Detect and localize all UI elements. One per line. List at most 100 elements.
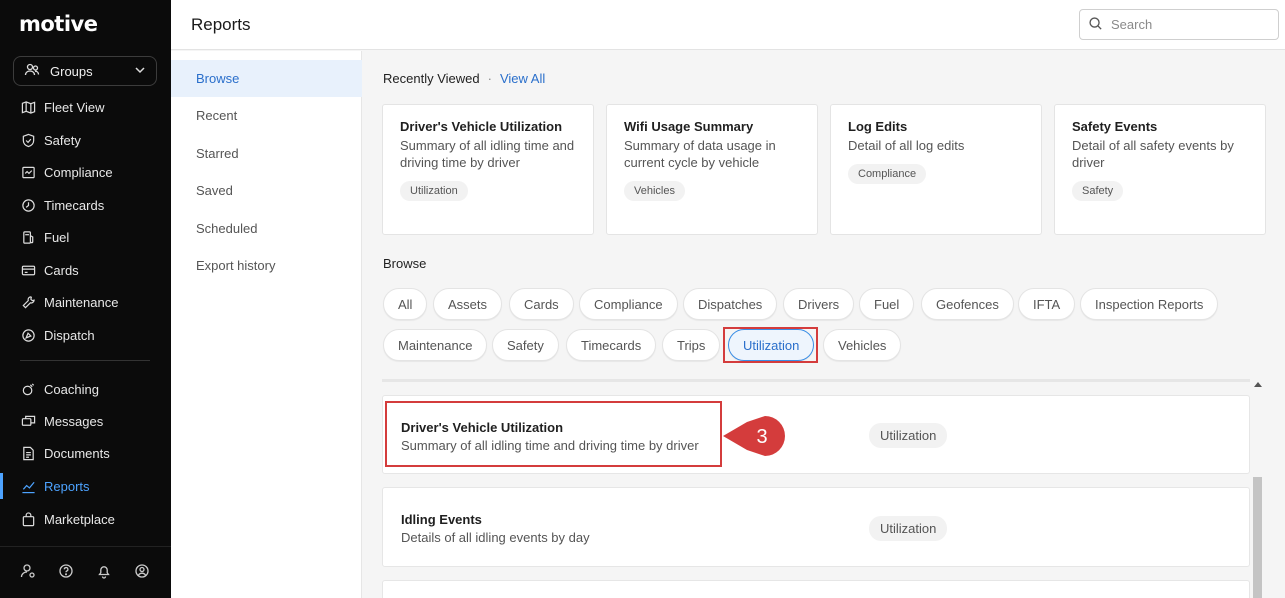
motive-logo[interactable]: motive xyxy=(19,12,98,36)
card-title: Log Edits xyxy=(848,119,908,134)
card-description: Detail of all log edits xyxy=(848,138,965,153)
messages-icon xyxy=(20,413,36,429)
chip-all[interactable]: All xyxy=(383,288,428,320)
category-tag: Vehicles xyxy=(624,181,685,201)
chip-compliance[interactable]: Compliance xyxy=(579,288,678,320)
sidebar-item-coaching[interactable]: Coaching xyxy=(0,376,171,402)
report-description: Details of all idling events by day xyxy=(401,530,590,545)
subnav-scheduled[interactable]: Scheduled xyxy=(171,210,362,247)
chevron-down-icon xyxy=(134,64,146,79)
document-icon xyxy=(20,445,36,461)
sidebar-item-dispatch[interactable]: Dispatch xyxy=(0,322,171,348)
chip-fuel[interactable]: Fuel xyxy=(859,288,915,320)
chip-ifta[interactable]: IFTA xyxy=(1018,288,1076,320)
view-all-link[interactable]: View All xyxy=(500,71,545,86)
step-number: 3 xyxy=(756,426,767,448)
groups-icon xyxy=(24,62,40,81)
shield-icon xyxy=(20,132,36,148)
recent-report-card[interactable]: Log Edits Detail of all log edits Compli… xyxy=(830,104,1042,235)
sidebar-item-marketplace[interactable]: Marketplace xyxy=(0,506,171,532)
report-title: Idling Events xyxy=(401,512,482,527)
groups-label: Groups xyxy=(50,63,93,79)
search-icon xyxy=(1088,16,1103,34)
sidebar-item-label: Cards xyxy=(44,262,79,278)
top-header: Reports xyxy=(171,0,1285,50)
chip-drivers[interactable]: Drivers xyxy=(783,288,855,320)
recently-viewed-header: Recently Viewed · View All xyxy=(383,71,545,86)
search-box[interactable] xyxy=(1079,9,1279,40)
sidebar-item-compliance[interactable]: Compliance xyxy=(0,159,171,185)
chip-vehicles[interactable]: Vehicles xyxy=(823,329,902,361)
sidebar-item-label: Timecards xyxy=(44,197,105,213)
map-icon xyxy=(20,99,36,115)
category-tag: Compliance xyxy=(848,164,927,184)
step-callout: 3 xyxy=(723,416,785,456)
sidebar-item-messages[interactable]: Messages xyxy=(0,408,171,434)
category-tag: Utilization xyxy=(869,516,948,541)
coaching-icon xyxy=(20,381,36,397)
list-divider xyxy=(382,379,1250,382)
clock-icon xyxy=(20,197,36,213)
chip-trips[interactable]: Trips xyxy=(662,329,721,361)
category-tag: Safety xyxy=(1072,181,1124,201)
sidebar-item-label: Compliance xyxy=(44,164,113,180)
sidebar-item-cards[interactable]: Cards xyxy=(0,257,171,283)
bag-icon xyxy=(20,511,36,527)
scrollbar-thumb[interactable] xyxy=(1253,477,1262,598)
groups-dropdown[interactable]: Groups xyxy=(13,56,157,86)
sidebar-item-fleet-view[interactable]: Fleet View xyxy=(0,94,171,120)
main-content: Recently Viewed · View All Driver's Vehi… xyxy=(362,51,1285,598)
card-description: Detail of all safety events by driver xyxy=(1072,138,1234,170)
category-tag: Utilization xyxy=(400,181,468,201)
subnav-export-history[interactable]: Export history xyxy=(171,247,362,284)
sidebar-item-maintenance[interactable]: Maintenance xyxy=(0,289,171,315)
sidebar-footer xyxy=(0,546,171,598)
sidebar-item-safety[interactable]: Safety xyxy=(0,127,171,153)
sidebar-item-label: Safety xyxy=(44,132,81,148)
search-input[interactable] xyxy=(1111,17,1271,32)
subnav-browse[interactable]: Browse xyxy=(171,60,362,97)
sidebar-item-documents[interactable]: Documents xyxy=(0,440,171,466)
chip-dispatches[interactable]: Dispatches xyxy=(683,288,778,320)
card-title: Driver's Vehicle Utilization xyxy=(400,119,563,134)
chip-safety[interactable]: Safety xyxy=(492,329,559,361)
sidebar-item-fuel[interactable]: Fuel xyxy=(0,224,171,250)
separator-dot: · xyxy=(487,71,492,86)
recent-report-card[interactable]: Safety Events Detail of all safety event… xyxy=(1054,104,1266,235)
chip-geofences[interactable]: Geofences xyxy=(921,288,1014,320)
report-highlight-box xyxy=(385,401,722,467)
sidebar-item-timecards[interactable]: Timecards xyxy=(0,192,171,218)
category-tag: Utilization xyxy=(869,423,948,448)
sidebar-item-reports[interactable]: Reports xyxy=(0,473,171,499)
help-icon[interactable] xyxy=(58,563,74,582)
report-row[interactable] xyxy=(382,580,1250,598)
chip-maintenance[interactable]: Maintenance xyxy=(383,329,488,361)
list-scrollbar[interactable] xyxy=(1251,379,1264,598)
chip-assets[interactable]: Assets xyxy=(433,288,503,320)
sidebar-item-label: Fuel xyxy=(44,229,70,245)
page-title: Reports xyxy=(191,15,251,34)
utilization-highlight-box xyxy=(723,327,818,363)
sidebar-item-label: Dispatch xyxy=(44,327,95,343)
scroll-up-arrow-icon[interactable] xyxy=(1254,382,1262,387)
chip-timecards[interactable]: Timecards xyxy=(566,329,657,361)
account-icon[interactable] xyxy=(134,563,150,582)
bell-icon[interactable] xyxy=(96,563,112,582)
recent-report-card[interactable]: Driver's Vehicle Utilization Summary of … xyxy=(382,104,594,235)
recent-report-card[interactable]: Wifi Usage Summary Summary of data usage… xyxy=(606,104,818,235)
reports-subnav: Browse Recent Starred Saved Scheduled Ex… xyxy=(171,51,362,598)
subnav-recent[interactable]: Recent xyxy=(171,97,362,134)
card-title: Wifi Usage Summary xyxy=(624,119,754,134)
dispatch-icon xyxy=(20,327,36,343)
reports-icon xyxy=(20,478,36,494)
subnav-starred[interactable]: Starred xyxy=(171,135,362,172)
sidebar-item-label: Documents xyxy=(44,445,110,461)
chip-inspection-reports[interactable]: Inspection Reports xyxy=(1080,288,1219,320)
card-title: Safety Events xyxy=(1072,119,1158,134)
report-row[interactable]: Idling Events Details of all idling even… xyxy=(382,487,1250,567)
chip-cards[interactable]: Cards xyxy=(509,288,574,320)
user-settings-icon[interactable] xyxy=(20,563,36,582)
card-icon xyxy=(20,262,36,278)
subnav-saved[interactable]: Saved xyxy=(171,172,362,209)
sidebar-item-label: Maintenance xyxy=(44,294,119,310)
